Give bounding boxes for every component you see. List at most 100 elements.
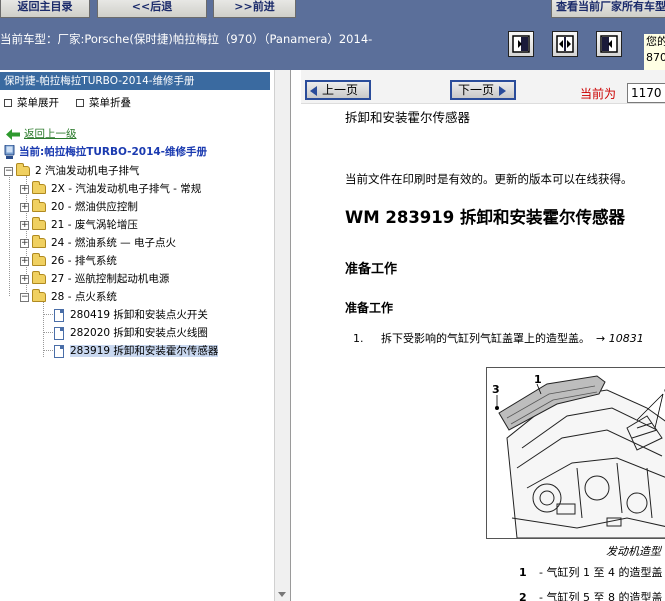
tree-node-folder[interactable]: +20 - 燃油供应控制 [20, 199, 138, 215]
engine-cover-figure: 3 1 4 [486, 367, 665, 539]
right-arrow-icon [499, 85, 507, 96]
expand-toggle-icon[interactable]: + [20, 220, 29, 230]
tree-node-folder[interactable]: +26 - 排气系统 [20, 253, 117, 269]
folder-icon [32, 181, 46, 194]
top-toolbar: 返回主目录 <<后退 >>前进 查看当前厂家所有车型 当前车型：厂家:Porsc… [0, 0, 665, 70]
tree-line [43, 314, 53, 315]
expand-toggle-icon[interactable]: + [20, 184, 29, 194]
folder-icon [32, 235, 46, 248]
tree-node-label[interactable]: 2X - 汽油发动机电子排气 - 常规 [51, 183, 201, 195]
document-header: 拆卸和安装霍尔传感器 [345, 110, 471, 125]
tree-node-label[interactable]: 24 - 燃油系统 — 电子点火 [51, 237, 176, 249]
user-info-line1: 您的 [646, 35, 665, 48]
tree-node-document[interactable]: 280419 拆卸和安装点火开关 [54, 307, 208, 323]
back-arrow-icon [6, 128, 20, 140]
home-button[interactable]: 返回主目录 [0, 0, 90, 18]
procedure-step: 1. 拆下受影响的气缸列气缸盖罩上的造型盖。 → 10831 [353, 330, 644, 346]
step-reference-link[interactable]: → 10831 [596, 332, 644, 345]
current-manual-label: 当前:帕拉梅拉TURBO-2014-维修手册 [19, 146, 208, 158]
tree-node-label[interactable]: 27 - 巡航控制起动机电源 [51, 273, 169, 285]
manual-title: 保时捷-帕拉梅拉TURBO-2014-维修手册 [0, 72, 270, 90]
menu-expand-button[interactable]: 菜单展开 [4, 95, 59, 110]
legend-number: 2 [519, 591, 527, 601]
tree-node-label[interactable]: 26 - 排气系统 [51, 255, 117, 267]
folder-icon [32, 271, 46, 284]
back-up-row[interactable]: 返回上一级 [6, 126, 77, 142]
folder-icon [32, 217, 46, 230]
next-page-label: 下一页 [458, 83, 495, 97]
expand-toggle-icon[interactable]: + [20, 256, 29, 266]
document-title: WM 283919 拆卸和安装霍尔传感器 [345, 208, 625, 227]
validity-note: 当前文件在印刷时是有效的。更新的版本可以在线获得。 [345, 172, 633, 186]
tree-node-folder-open[interactable]: − 28 - 点火系统 [20, 289, 117, 305]
show-both-panes-button[interactable] [552, 31, 578, 57]
tree-node-document[interactable]: 282020 拆卸和安装点火线圈 [54, 325, 208, 341]
tree-line [9, 172, 10, 296]
folder-open-icon [32, 289, 46, 302]
show-right-pane-button[interactable] [508, 31, 534, 57]
folder-open-icon [16, 163, 30, 176]
collapse-icon [76, 99, 84, 107]
pane-split-icon [556, 35, 574, 53]
page-toolbar: 上一页 下一页 当前为 [301, 70, 665, 104]
legend-text: - 气缸列 1 至 4 的造型盖 [539, 566, 663, 579]
tree-node-label[interactable]: 28 - 点火系统 [51, 291, 117, 303]
collapse-toggle-icon[interactable]: − [20, 292, 29, 302]
expand-icon [4, 99, 12, 107]
show-left-pane-button[interactable] [596, 31, 622, 57]
engine-illustration [495, 375, 665, 538]
expand-toggle-icon[interactable]: + [20, 274, 29, 284]
pane-right-icon [512, 35, 530, 53]
tree-node-folder[interactable]: +2X - 汽油发动机电子排气 - 常规 [20, 181, 201, 197]
legend-text: - 气缸列 5 至 8 的造型盖 [539, 591, 663, 601]
expand-toggle-icon[interactable]: + [20, 238, 29, 248]
folder-icon [32, 253, 46, 266]
collapse-toggle-icon[interactable]: − [4, 166, 13, 176]
subsection-heading: 准备工作 [345, 301, 394, 315]
figure-legend-item: 1 - 气缸列 1 至 4 的造型盖 [519, 564, 662, 580]
computer-icon [4, 144, 15, 159]
tree-scrollbar[interactable] [274, 70, 290, 601]
tree-node-label[interactable]: 20 - 燃油供应控制 [51, 201, 138, 213]
tree-node-label[interactable]: 2 汽油发动机电子排气 [35, 165, 140, 177]
section-heading: 准备工作 [345, 262, 398, 277]
forward-button[interactable]: >>前进 [213, 0, 296, 18]
folder-icon [32, 199, 46, 212]
tree-node-label[interactable]: 21 - 废气涡轮增压 [51, 219, 138, 231]
current-page-label: 当前为 [580, 87, 617, 101]
vehicle-info: 当前车型：厂家:Porsche(保时捷)帕拉梅拉（970）（Panamera）2… [0, 32, 373, 46]
navigation-pane: 保时捷-帕拉梅拉TURBO-2014-维修手册 菜单展开 菜单折叠 返回上一级 … [0, 70, 291, 601]
previous-page-button[interactable]: 上一页 [305, 80, 371, 100]
scroll-down-arrow-icon[interactable] [278, 592, 286, 597]
tree-node-label[interactable]: 282020 拆卸和安装点火线圈 [70, 327, 208, 339]
tree-node-root[interactable]: − 2 汽油发动机电子排气 [4, 163, 140, 179]
tree-line [43, 350, 53, 351]
tree-line [43, 302, 44, 357]
document-icon [54, 326, 64, 340]
back-button[interactable]: <<后退 [97, 0, 207, 18]
tree-node-folder[interactable]: +24 - 燃油系统 — 电子点火 [20, 235, 176, 251]
tree-node-document-selected[interactable]: 283919 拆卸和安装霍尔传感器 [54, 343, 219, 359]
next-page-button[interactable]: 下一页 [450, 80, 516, 100]
legend-number: 1 [519, 566, 527, 579]
menu-expand-label: 菜单展开 [17, 97, 59, 109]
menu-collapse-label: 菜单折叠 [89, 97, 131, 109]
expand-toggle-icon[interactable]: + [20, 202, 29, 212]
tree-node-folder[interactable]: +27 - 巡航控制起动机电源 [20, 271, 169, 287]
tree-line [43, 332, 53, 333]
back-up-link[interactable]: 返回上一级 [24, 128, 77, 140]
figure-caption: 发动机造型 [606, 545, 661, 558]
callout-label: 1 [534, 373, 542, 386]
user-info-line2: 870 [646, 51, 665, 64]
tree-node-folder[interactable]: +21 - 废气涡轮增压 [20, 217, 138, 233]
figure-legend-item: 2 - 气缸列 5 至 8 的造型盖 [519, 589, 662, 601]
document-icon [54, 308, 64, 322]
menu-collapse-button[interactable]: 菜单折叠 [76, 95, 131, 110]
document-pane: 上一页 下一页 当前为 拆卸和安装霍尔传感器 当前文件在印刷时是有效的。更新的版… [301, 70, 665, 601]
tree-node-label[interactable]: 283919 拆卸和安装霍尔传感器 [70, 345, 219, 357]
tree-node-label[interactable]: 280419 拆卸和安装点火开关 [70, 309, 208, 321]
step-number: 1. [353, 332, 364, 345]
page-number-input[interactable] [627, 83, 665, 103]
view-all-models-button[interactable]: 查看当前厂家所有车型 [551, 0, 665, 18]
previous-page-label: 上一页 [322, 83, 359, 97]
